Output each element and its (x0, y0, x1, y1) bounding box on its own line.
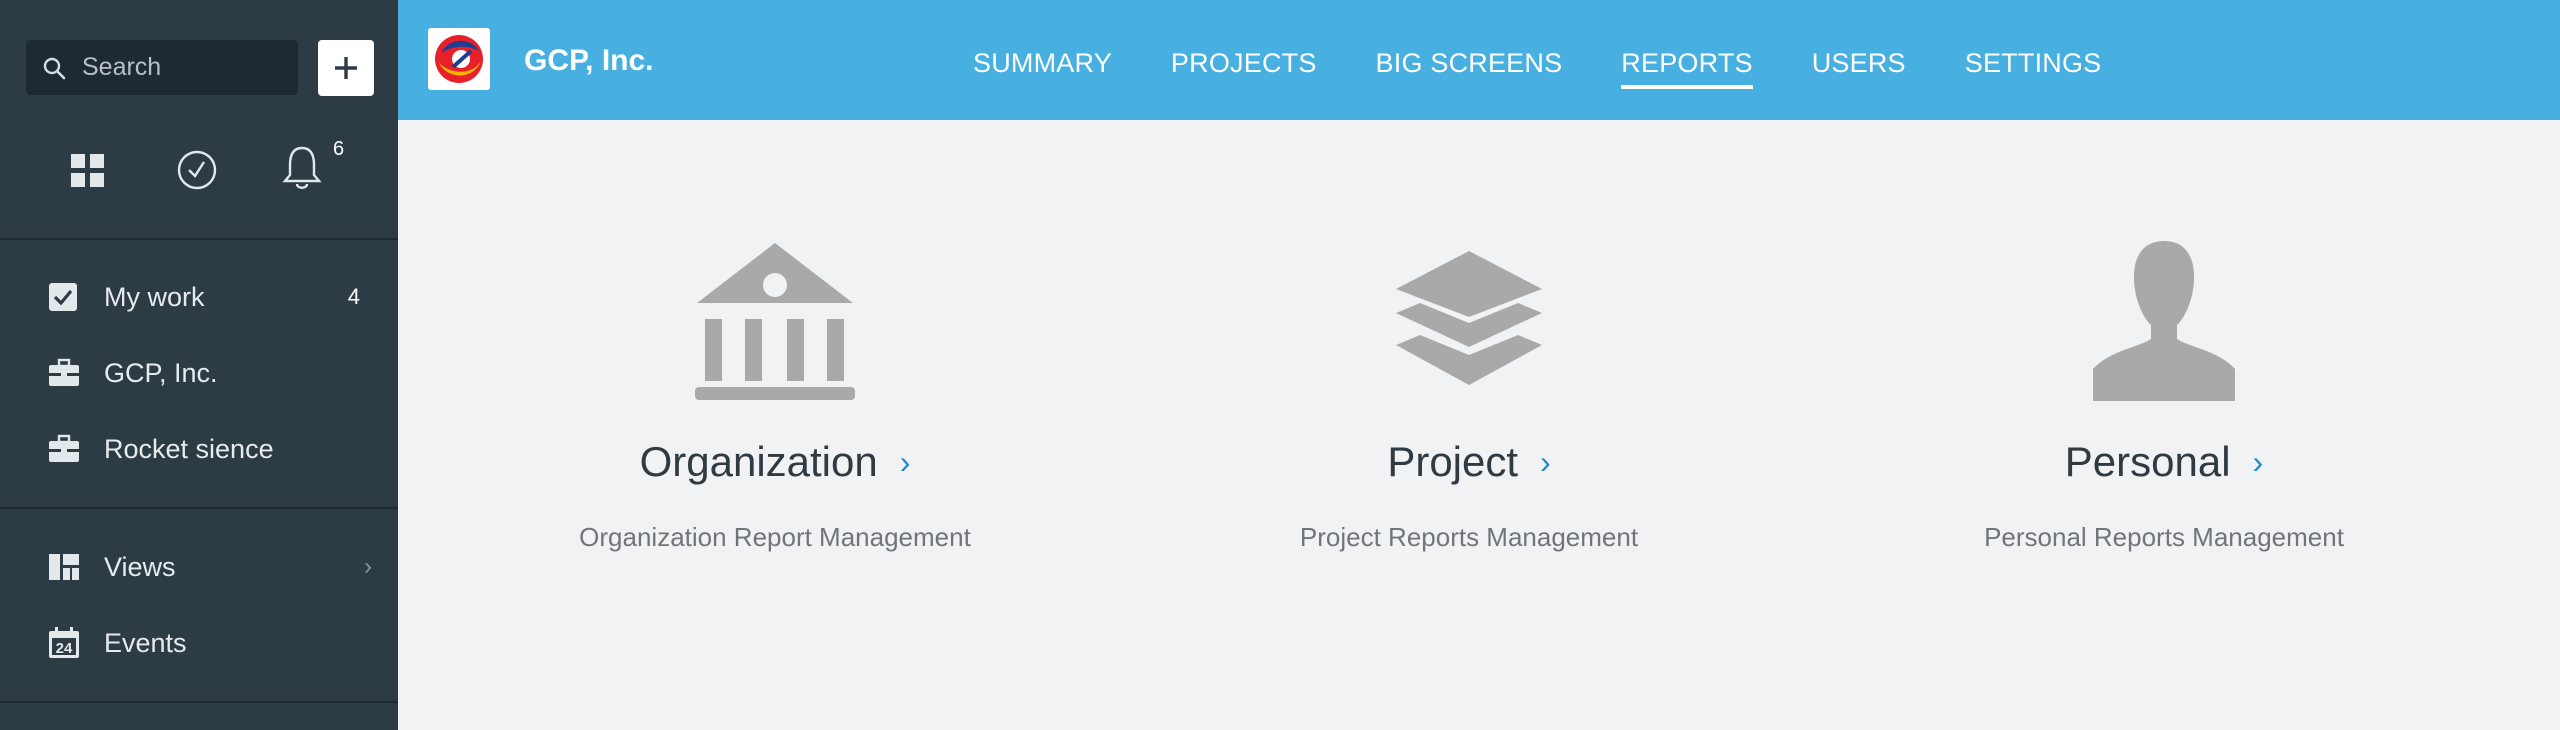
layers-icon (1394, 249, 1544, 394)
reports-content: Organization › Organization Report Manag… (398, 120, 2560, 730)
company-logo[interactable] (428, 28, 490, 90)
my-work-count: 4 (347, 284, 360, 309)
sidebar-item-gcp-inc[interactable]: GCP, Inc. (0, 345, 398, 401)
main-nav: SUMMARY PROJECTS BIG SCREENS REPORTS USE… (973, 48, 2101, 89)
sidebar-item-my-work[interactable]: My work 4 (0, 269, 398, 325)
person-icon (2089, 239, 2239, 406)
card-title: Organization › (495, 438, 1055, 486)
sidebar-item-label: Views (104, 551, 176, 582)
card-title-text: Organization (639, 438, 878, 485)
calendar-icon: 24 (48, 627, 80, 659)
card-title: Project › (1189, 438, 1749, 486)
sidebar-item-label: My work (104, 281, 205, 312)
tab-users[interactable]: USERS (1812, 48, 1906, 89)
sidebar-item-events[interactable]: 24 Events (0, 615, 398, 671)
notification-count: 6 (333, 138, 345, 160)
search-input[interactable] (80, 52, 284, 83)
search-row (26, 40, 374, 96)
tab-big-screens[interactable]: BIG SCREENS (1376, 48, 1563, 89)
sidebar-item-label: Events (104, 627, 187, 658)
sidebar: 6 My work 4 GCP, Inc. (0, 0, 398, 730)
checkbox-icon (48, 282, 78, 312)
dashboard-grid-icon[interactable] (70, 153, 106, 194)
card-title-text: Project (1387, 438, 1519, 485)
top-bar: GCP, Inc. SUMMARY PROJECTS BIG SCREENS R… (398, 0, 2560, 120)
card-title-text: Personal (2064, 438, 2231, 485)
add-button[interactable] (318, 40, 374, 96)
tab-projects[interactable]: PROJECTS (1171, 48, 1317, 89)
chevron-right-icon: › (899, 443, 911, 480)
chevron-right-icon: › (2252, 443, 2264, 480)
search-icon (43, 57, 66, 79)
clock-icon[interactable] (176, 149, 218, 196)
briefcase-icon (48, 358, 80, 388)
card-description: Organization Report Management (579, 522, 971, 552)
tab-settings[interactable]: SETTINGS (1965, 48, 2102, 89)
chevron-right-icon: › (1540, 443, 1551, 480)
divider (0, 701, 398, 703)
sidebar-item-views[interactable]: Views › (0, 539, 398, 595)
plus-icon (335, 57, 357, 79)
tab-reports[interactable]: REPORTS (1621, 48, 1753, 89)
layout-icon (48, 553, 80, 581)
calendar-day: 24 (56, 640, 73, 657)
card-description: Project Reports Management (1299, 522, 1639, 552)
card-title: Personal › (1884, 438, 2444, 486)
divider (0, 238, 398, 240)
sidebar-item-label: Rocket sience (104, 433, 274, 464)
sidebar-item-rocket-sience[interactable]: Rocket sience (0, 421, 398, 477)
bell-icon[interactable] (282, 145, 322, 196)
briefcase-icon (48, 434, 80, 464)
company-name: GCP, Inc. (524, 44, 654, 77)
bank-icon (693, 241, 857, 406)
tab-summary[interactable]: SUMMARY (973, 48, 1112, 89)
divider (0, 507, 398, 509)
card-description: Personal Reports Management (1984, 522, 2344, 552)
search-box[interactable] (26, 40, 298, 95)
sidebar-item-label: GCP, Inc. (104, 357, 218, 388)
chevron-right-icon: › (364, 553, 372, 580)
